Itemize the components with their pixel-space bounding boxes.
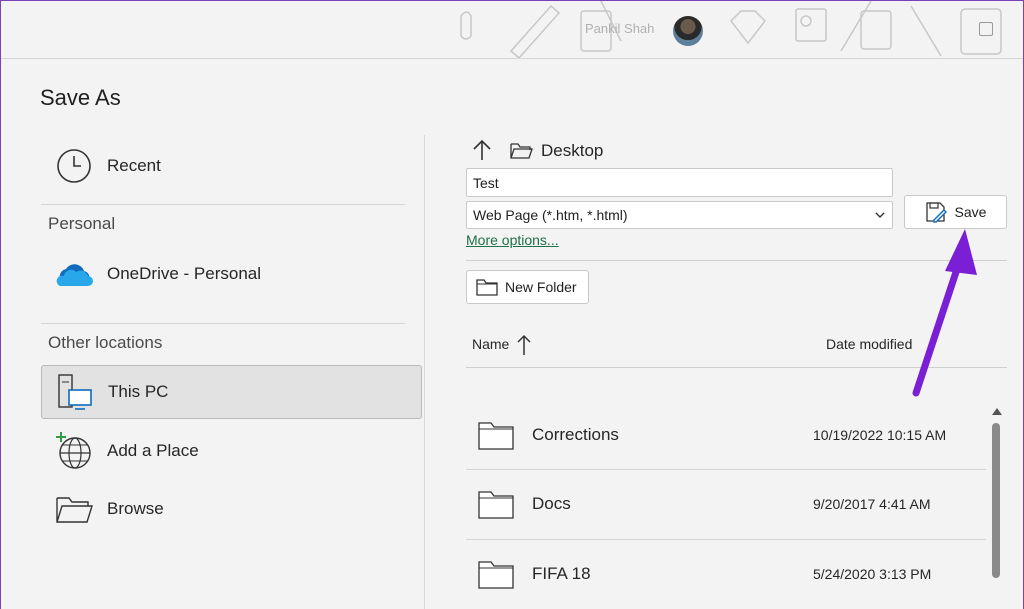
nav-item-label: Browse	[107, 499, 164, 518]
section-header-other-locations: Other locations	[48, 333, 163, 352]
file-name: Docs	[532, 494, 571, 513]
computer-icon	[48, 365, 102, 419]
nav-item-recent[interactable]: Recent	[41, 139, 422, 193]
save-button[interactable]: Save	[904, 195, 1007, 229]
page-title: Save As	[40, 85, 121, 110]
account-user-name[interactable]: Pankil Shah	[585, 21, 654, 36]
file-type-dropdown[interactable]: Web Page (*.htm, *.html)	[466, 201, 893, 229]
filename-input[interactable]	[466, 168, 893, 197]
scroll-up-icon[interactable]	[991, 406, 1003, 416]
chevron-down-icon	[875, 212, 885, 218]
open-folder-icon	[47, 482, 101, 536]
breadcrumb-current-folder[interactable]: Desktop	[541, 141, 603, 161]
nav-item-this-pc[interactable]: This PC	[41, 365, 422, 419]
nav-item-label: OneDrive - Personal	[107, 264, 262, 283]
file-list-row[interactable]: Docs 9/20/2017 4:41 AM	[466, 469, 986, 539]
file-date-modified: 9/20/2017 4:41 AM	[813, 496, 931, 512]
divider	[466, 260, 1007, 261]
add-globe-icon	[47, 424, 101, 478]
panel-divider	[424, 135, 425, 609]
annotation-arrow-icon	[912, 229, 977, 397]
file-date-modified: 5/24/2020 3:13 PM	[813, 566, 932, 582]
file-date-modified: 10/19/2022 10:15 AM	[813, 427, 947, 443]
folder-icon	[478, 561, 514, 589]
clock-icon	[47, 139, 101, 193]
save-disk-icon	[925, 202, 947, 223]
divider	[41, 204, 405, 205]
new-folder-button[interactable]: New Folder	[466, 270, 589, 304]
nav-item-browse[interactable]: Browse	[41, 482, 422, 536]
navigate-up-icon[interactable]	[471, 138, 493, 162]
folder-open-icon	[510, 143, 533, 159]
nav-item-add-a-place[interactable]: Add a Place	[41, 424, 422, 478]
decorative-doodle-pattern	[460, 1, 1002, 58]
onedrive-cloud-icon	[47, 247, 101, 301]
sort-ascending-icon[interactable]	[516, 333, 532, 357]
restore-window-icon[interactable]	[979, 22, 993, 36]
column-header-date-modified[interactable]: Date modified	[826, 336, 912, 352]
nav-item-onedrive[interactable]: OneDrive - Personal	[41, 247, 422, 301]
user-avatar[interactable]	[673, 16, 703, 46]
folder-icon	[476, 279, 498, 296]
section-header-personal: Personal	[48, 214, 116, 233]
file-name: FIFA 18	[532, 564, 591, 583]
title-bar: Pankil Shah	[1, 1, 1023, 59]
new-folder-label: New Folder	[505, 279, 577, 295]
folder-icon	[478, 491, 514, 519]
file-list-row[interactable]: FIFA 18 5/24/2020 3:13 PM	[466, 539, 986, 609]
file-type-value: Web Page (*.htm, *.html)	[473, 207, 628, 223]
divider	[466, 367, 1007, 368]
more-options-link[interactable]: More options...	[466, 232, 559, 248]
scrollbar-thumb[interactable]	[992, 423, 1000, 578]
divider	[41, 323, 405, 324]
file-name: Corrections	[532, 425, 619, 444]
nav-item-label: Recent	[107, 156, 161, 175]
folder-icon	[478, 422, 514, 450]
file-list-row[interactable]: Corrections 10/19/2022 10:15 AM	[466, 400, 986, 470]
nav-item-label: Add a Place	[107, 441, 199, 460]
column-header-name[interactable]: Name	[472, 336, 509, 352]
nav-item-label: This PC	[108, 382, 169, 401]
save-button-label: Save	[954, 204, 987, 220]
